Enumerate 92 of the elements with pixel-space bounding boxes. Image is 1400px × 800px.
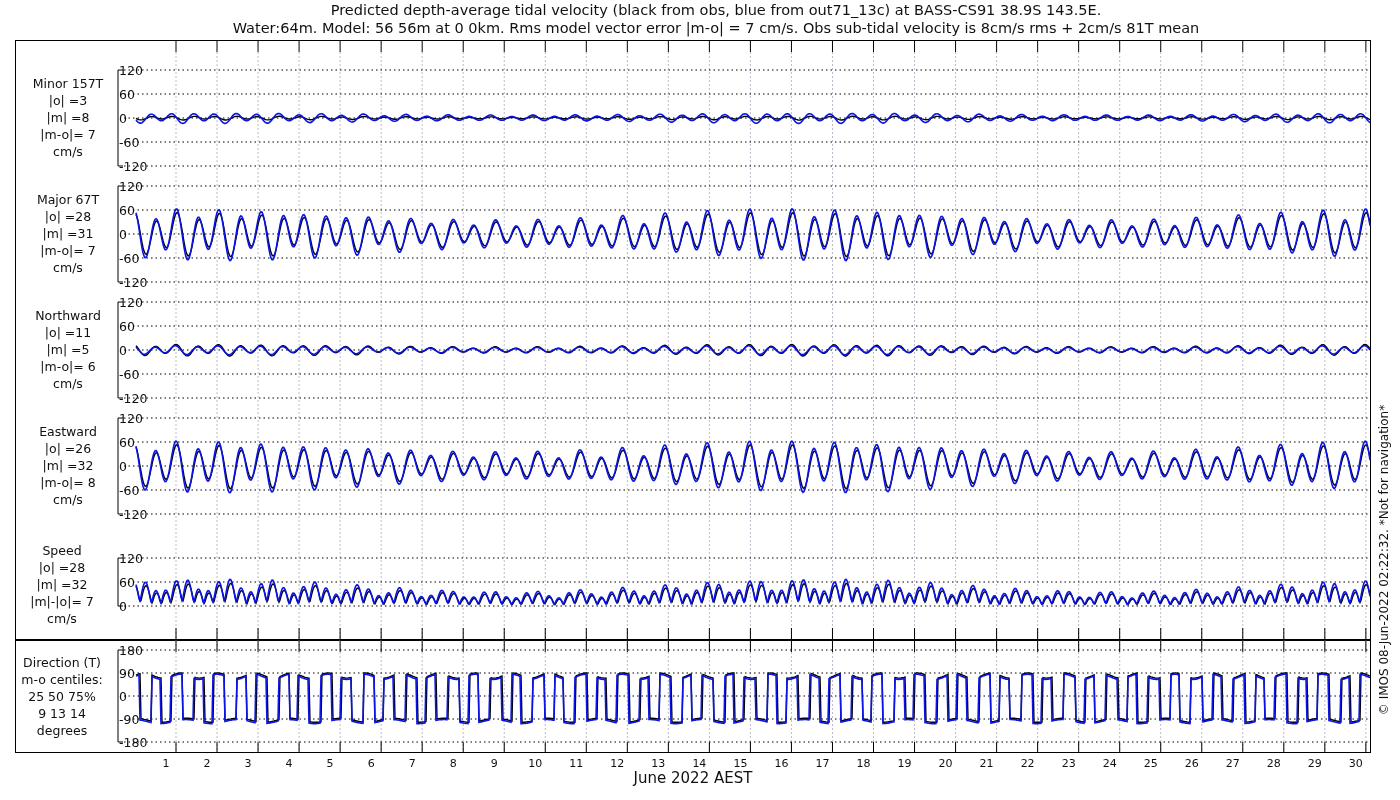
day-label: 17 (815, 757, 830, 770)
x-axis-label: June 2022 AEST (633, 769, 753, 787)
panel-label: 9 13 14 (38, 706, 86, 721)
day-label: 7 (408, 757, 416, 770)
day-label: 19 (897, 757, 912, 770)
day-label: 23 (1061, 757, 1076, 770)
day-label: 4 (285, 757, 293, 770)
day-label: 16 (774, 757, 789, 770)
panel-label: Eastward (39, 424, 97, 439)
y-tick-label: 60 (119, 87, 135, 102)
day-label: 6 (367, 757, 375, 770)
day-label: 13 (651, 757, 666, 770)
y-tick-label: 0 (119, 343, 127, 358)
day-label: 29 (1307, 757, 1322, 770)
y-tick-label: 90 (119, 666, 135, 681)
y-tick-label: 120 (119, 63, 143, 78)
panel-label: cm/s (53, 144, 83, 159)
panel-label: Direction (T) (23, 655, 101, 670)
day-label: 24 (1102, 757, 1117, 770)
day-label: 25 (1143, 757, 1158, 770)
day-label: 30 (1348, 757, 1363, 770)
panel-label: cm/s (53, 260, 83, 275)
day-label: 1 (162, 757, 170, 770)
panel-label: |m-o|= 6 (40, 359, 96, 374)
panel-label: |m-o|= 7 (40, 243, 96, 258)
copyright-note: © IMOS 08-Jun-2022 02:22:32. *Not for navigation* (1377, 404, 1391, 716)
y-tick-label: 60 (119, 319, 135, 334)
day-label: 2 (203, 757, 211, 770)
day-label: 28 (1266, 757, 1281, 770)
day-label: 12 (610, 757, 625, 770)
day-label: 14 (692, 757, 707, 770)
panel-label: 25 50 75% (28, 689, 96, 704)
y-tick-label: 120 (119, 179, 143, 194)
y-tick-label: 180 (119, 643, 143, 658)
panel-label: |m| =32 (36, 577, 88, 592)
panel-label: cm/s (53, 376, 83, 391)
day-label: 10 (528, 757, 543, 770)
panel-label: |m| =31 (42, 226, 94, 241)
y-tick-label: 60 (119, 575, 135, 590)
panel-label: m-o centiles: (21, 672, 103, 687)
y-tick-label: -60 (119, 135, 140, 150)
day-label: 22 (1020, 757, 1035, 770)
panel-label: |o| =28 (44, 209, 92, 224)
y-tick-label: 60 (119, 203, 135, 218)
y-tick-label: 120 (119, 295, 143, 310)
day-label: 11 (569, 757, 584, 770)
y-tick-label: -180 (119, 735, 148, 750)
panel-label: |m| =32 (42, 458, 94, 473)
panel-label: |m-o|= 8 (40, 475, 96, 490)
day-label: 20 (938, 757, 953, 770)
day-label: 8 (449, 757, 457, 770)
panel-label: |m|-|o|= 7 (30, 594, 94, 609)
panel-label: |o| =11 (44, 325, 92, 340)
y-tick-label: 0 (119, 111, 127, 126)
panel-label: Minor 157T (32, 76, 104, 91)
panel-label: cm/s (47, 611, 77, 626)
y-tick-label: -60 (119, 251, 140, 266)
panel-label: |o| =3 (48, 93, 88, 108)
day-label: 27 (1225, 757, 1240, 770)
panel-label: degrees (36, 723, 88, 738)
chart-title: Water:64m. Model: 56 56m at 0 0km. Rms model vector error |m-o| = 7 cm/s. Obs sub-tidal velocity is 8cm/s rms + 2cm/s 81T mean (232, 20, 1200, 36)
y-tick-label: -120 (119, 159, 148, 174)
y-tick-label: 0 (119, 459, 127, 474)
panel-label: Major 67T (36, 192, 100, 207)
panel-label: |m-o|= 7 (40, 127, 96, 142)
day-label: 26 (1184, 757, 1199, 770)
y-tick-label: 0 (119, 227, 127, 242)
panel-label: Northward (35, 308, 101, 323)
y-tick-label: 0 (119, 599, 127, 614)
panel-label: |o| =28 (38, 560, 86, 575)
panel-label: cm/s (53, 492, 83, 507)
day-label: 18 (856, 757, 871, 770)
y-tick-label: 60 (119, 435, 135, 450)
y-tick-label: -60 (119, 367, 140, 382)
y-tick-label: -90 (119, 712, 140, 727)
day-label: 5 (326, 757, 334, 770)
day-label: 9 (490, 757, 498, 770)
y-tick-label: -120 (119, 507, 148, 522)
y-tick-label: 120 (119, 411, 143, 426)
y-tick-label: 120 (119, 551, 143, 566)
panel-label: |m| =5 (46, 342, 90, 357)
day-label: 3 (244, 757, 252, 770)
y-tick-label: 0 (119, 689, 127, 704)
panel-label: |m| =8 (46, 110, 90, 125)
panel-label: |o| =26 (44, 441, 92, 456)
y-tick-label: -120 (119, 275, 148, 290)
panel-label: Speed (42, 543, 82, 558)
day-label: 21 (979, 757, 994, 770)
y-tick-label: -60 (119, 483, 140, 498)
y-tick-label: -120 (119, 391, 148, 406)
chart-title: Predicted depth-average tidal velocity (black from obs, blue from out71_13c) at BASS-CS91 38.9S 143.5E. (330, 2, 1102, 18)
day-label: 15 (733, 757, 748, 770)
